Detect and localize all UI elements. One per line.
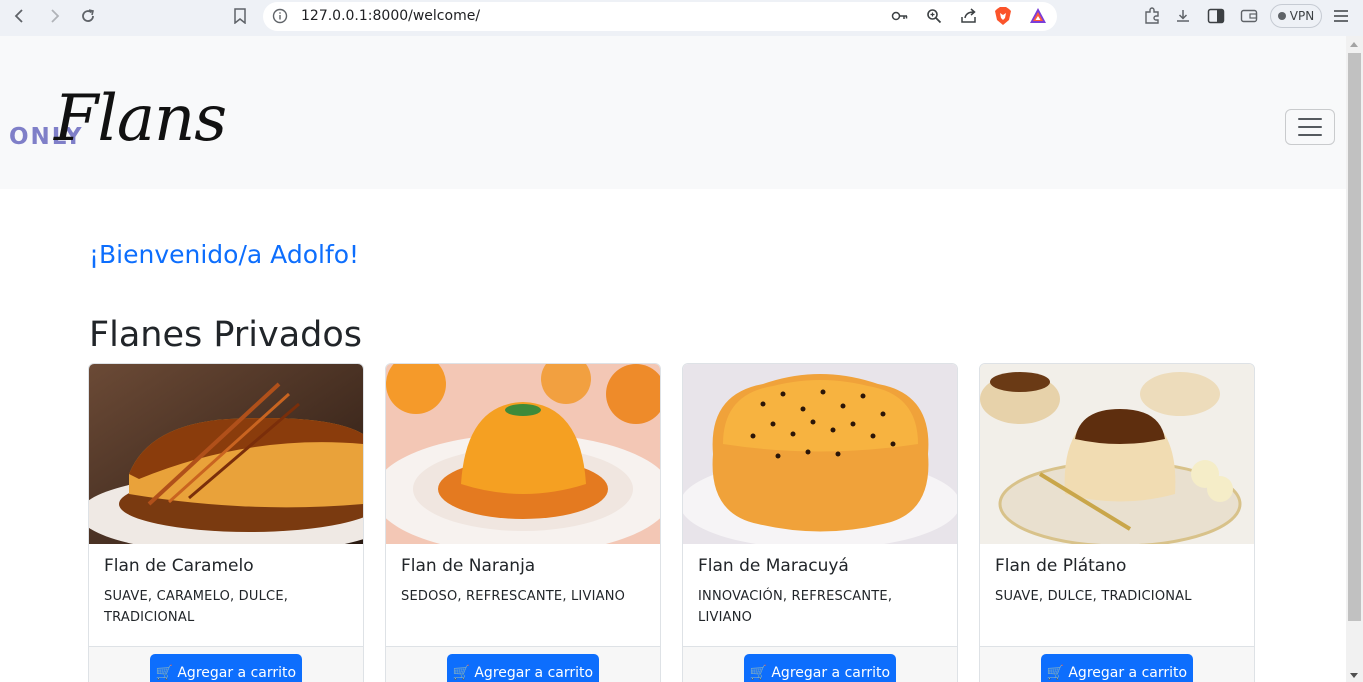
navbar-toggler-button[interactable]: [1285, 109, 1335, 145]
card-title: Flan de Caramelo: [104, 556, 254, 576]
page: ONLY Flans ¡Bienvenido/a Adolfo! Flanes …: [0, 36, 1346, 682]
brave-shields-icon[interactable]: [994, 6, 1012, 30]
downloads-button[interactable]: [1172, 5, 1194, 27]
scrollbar-thumb[interactable]: [1348, 53, 1361, 621]
cart-icon: 🛒: [155, 665, 174, 681]
card-tags: SEDOSO, REFRESCANTE, LIVIANO: [401, 589, 626, 604]
toggler-bar: [1298, 126, 1322, 128]
card-title: Flan de Maracuyá: [698, 556, 849, 576]
card-title: Flan de Naranja: [401, 556, 536, 576]
card-body: Flan de Caramelo SUAVE, CARAMELO, DULCE,…: [104, 556, 350, 628]
reload-button[interactable]: [76, 5, 100, 27]
extensions-button[interactable]: [1141, 5, 1163, 27]
bookmark-icon: [234, 8, 246, 24]
card-footer: 🛒 Agregar a carrito: [386, 646, 660, 682]
bookmark-button[interactable]: [229, 5, 251, 27]
reload-icon: [82, 9, 94, 22]
wallet-icon: [1240, 9, 1258, 23]
vpn-button[interactable]: VPN: [1270, 4, 1322, 28]
vpn-label: VPN: [1289, 9, 1315, 23]
brave-rewards-icon[interactable]: [1029, 7, 1047, 29]
brand-logo[interactable]: ONLY Flans: [8, 82, 268, 164]
page-scrollbar[interactable]: [1346, 36, 1363, 682]
add-to-cart-label: Agregar a carrito: [474, 665, 594, 681]
card-tags: SUAVE, CARAMELO, DULCE, TRADICIONAL: [104, 589, 289, 625]
back-button[interactable]: [8, 5, 32, 27]
menu-button[interactable]: [1330, 5, 1352, 27]
wallet-button[interactable]: [1238, 5, 1260, 27]
cart-icon: 🛒: [1046, 665, 1065, 681]
card-body: Flan de Naranja SEDOSO, REFRESCANTE, LIV…: [401, 556, 647, 607]
section-title: Flanes Privados: [89, 315, 363, 355]
chevron-right-icon: [51, 9, 60, 23]
zoom-icon[interactable]: [926, 8, 942, 28]
add-to-cart-label: Agregar a carrito: [1068, 665, 1188, 681]
cart-icon: 🛒: [452, 665, 471, 681]
sidebar-icon: [1207, 8, 1225, 24]
add-to-cart-button[interactable]: 🛒 Agregar a carrito: [150, 654, 302, 682]
add-to-cart-button[interactable]: 🛒 Agregar a carrito: [1041, 654, 1193, 682]
forward-button[interactable]: [42, 5, 66, 27]
site-info-icon[interactable]: [272, 8, 288, 28]
card-footer: 🛒 Agregar a carrito: [683, 646, 957, 682]
site-navbar: ONLY Flans: [0, 36, 1346, 189]
product-image: [89, 364, 363, 544]
toggler-bar: [1298, 118, 1322, 120]
product-card: Flan de Maracuyá INNOVACIÓN, REFRESCANTE…: [682, 363, 958, 682]
product-card: Flan de Caramelo SUAVE, CARAMELO, DULCE,…: [88, 363, 364, 682]
vpn-status-icon: [1277, 12, 1286, 20]
card-footer: 🛒 Agregar a carrito: [980, 646, 1254, 682]
hamburger-icon: [1334, 10, 1348, 22]
add-to-cart-button[interactable]: 🛒 Agregar a carrito: [447, 654, 599, 682]
brand-flans-text: Flans: [54, 82, 227, 156]
add-to-cart-button[interactable]: 🛒 Agregar a carrito: [744, 654, 896, 682]
cart-icon: 🛒: [749, 665, 768, 681]
url-text[interactable]: 127.0.0.1:8000/welcome/: [301, 8, 480, 24]
card-title: Flan de Plátano: [995, 556, 1127, 576]
card-tags: INNOVACIÓN, REFRESCANTE, LIVIANO: [698, 589, 893, 625]
product-image: [683, 364, 957, 544]
product-image: [386, 364, 660, 544]
scroll-up-icon[interactable]: [1350, 42, 1358, 47]
share-icon[interactable]: [960, 8, 978, 28]
puzzle-icon: [1145, 7, 1159, 24]
card-body: Flan de Maracuyá INNOVACIÓN, REFRESCANTE…: [698, 556, 944, 628]
key-icon[interactable]: [891, 8, 909, 28]
download-icon: [1177, 10, 1189, 22]
toggler-bar: [1298, 134, 1322, 136]
card-tags: SUAVE, DULCE, TRADICIONAL: [995, 589, 1192, 604]
address-bar[interactable]: 127.0.0.1:8000/welcome/: [263, 2, 1057, 31]
add-to-cart-label: Agregar a carrito: [177, 665, 297, 681]
scroll-down-icon[interactable]: [1350, 673, 1358, 678]
sidebar-button[interactable]: [1205, 5, 1227, 27]
welcome-heading: ¡Bienvenido/a Adolfo!: [89, 240, 360, 269]
chevron-left-icon: [14, 9, 23, 23]
card-body: Flan de Plátano SUAVE, DULCE, TRADICIONA…: [995, 556, 1241, 607]
add-to-cart-label: Agregar a carrito: [771, 665, 891, 681]
browser-toolbar: 127.0.0.1:8000/welcome/ VPN: [0, 0, 1363, 36]
product-card: Flan de Naranja SEDOSO, REFRESCANTE, LIV…: [385, 363, 661, 682]
card-footer: 🛒 Agregar a carrito: [89, 646, 363, 682]
product-card: Flan de Plátano SUAVE, DULCE, TRADICIONA…: [979, 363, 1255, 682]
product-image: [980, 364, 1254, 544]
